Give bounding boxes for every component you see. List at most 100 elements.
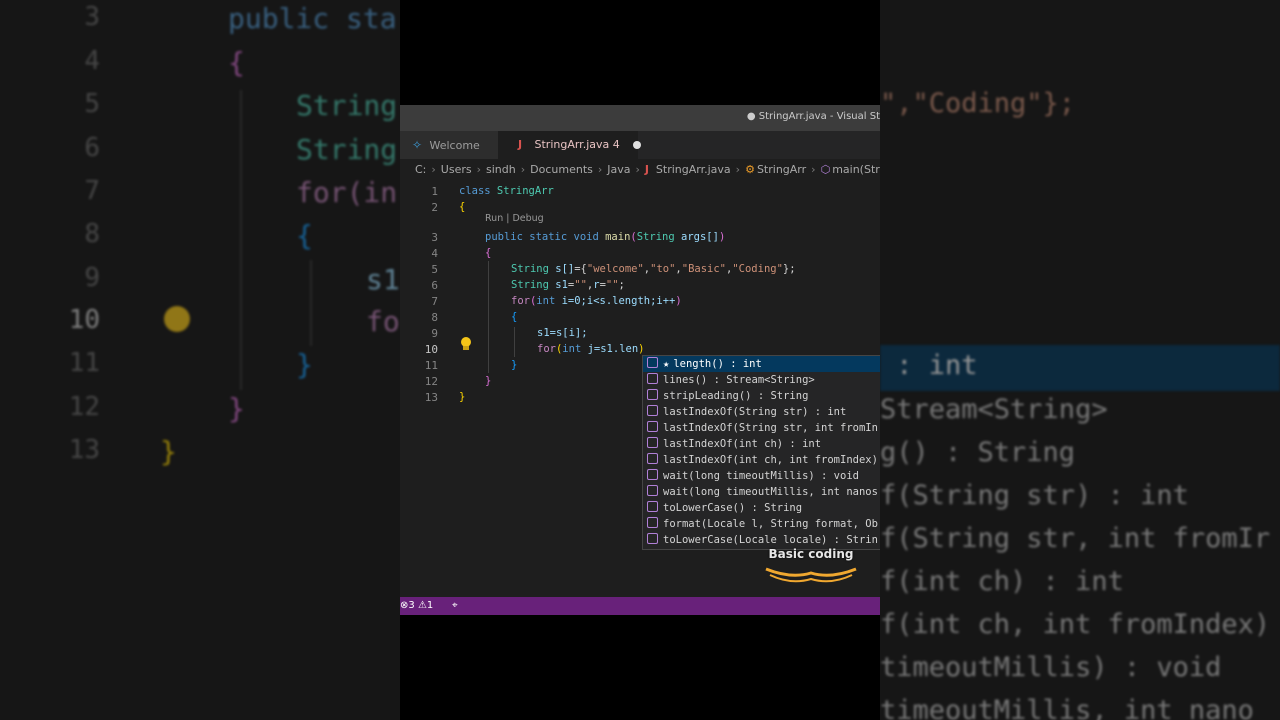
bg-line-number: 7 [84, 176, 100, 206]
method-icon [647, 437, 658, 448]
bg-suggestion-line: : int [880, 350, 978, 381]
code-line-13[interactable]: } [459, 391, 465, 403]
bg-suggestion-line: f(int ch) : int [880, 566, 1124, 597]
line-number: 2 [431, 201, 438, 214]
breadcrumb-item[interactable]: StringArr.java [656, 163, 731, 176]
bg-suggestion-line: f(int ch, int fromIndex) [880, 609, 1271, 640]
status-bar: ⊗3 ⚠1 ⌖ [400, 597, 880, 615]
suggestion-item[interactable]: lastIndexOf(int ch, int fromIndex) [643, 452, 880, 468]
indent-guide [514, 327, 515, 357]
bg-line-number: 3 [84, 2, 100, 32]
bg-code-line: public sta [228, 2, 397, 35]
bg-code-line: String [296, 133, 398, 166]
code-line-4[interactable]: { [485, 247, 491, 259]
run-codelens[interactable]: Run [485, 213, 503, 224]
bg-code-line: ","Coding"}; [880, 88, 1076, 119]
suggestion-item[interactable]: toLowerCase() : String [643, 500, 880, 516]
line-number: 4 [431, 247, 438, 260]
method-icon [647, 501, 658, 512]
letterbox-bottom [400, 615, 880, 720]
line-number: 3 [431, 231, 438, 244]
breadcrumb-item[interactable]: sindh [486, 163, 516, 176]
class-icon: ⚙ [745, 163, 755, 176]
bg-code-line: } [228, 392, 245, 425]
line-number: 9 [431, 327, 438, 340]
bg-line-number: 9 [84, 263, 100, 293]
java-icon: J [518, 138, 523, 151]
breadcrumb-item[interactable]: main(String[]) [832, 163, 880, 176]
bg-code-line: { [296, 219, 313, 252]
bg-suggestion-line: f(String str) : int [880, 480, 1189, 511]
warning-icon: ⚠ [417, 600, 427, 611]
tab-label: StringArr.java 4 [534, 138, 620, 151]
title-bar: ● StringArr.java - Visual St [400, 105, 880, 131]
bg-code-line: } [296, 348, 313, 381]
chevron-right-icon: › [520, 163, 526, 176]
lightbulb-icon[interactable] [460, 337, 472, 351]
book-logo-icon [765, 567, 857, 583]
breadcrumb-item[interactable]: C: [415, 163, 426, 176]
code-line-5[interactable]: String s[]={"welcome","to","Basic","Codi… [511, 263, 796, 275]
letterbox-top [400, 0, 880, 105]
method-icon [647, 421, 658, 432]
line-number: 1 [431, 185, 438, 198]
live-share-icon[interactable]: ⌖ [452, 597, 458, 615]
tab-stringarr-java[interactable]: J StringArr.java 4 [498, 131, 642, 159]
code-line-6[interactable]: String s1="",r=""; [511, 279, 625, 291]
method-icon [647, 485, 658, 496]
suggestion-item[interactable]: wait(long timeoutMillis, int nanos [643, 484, 880, 500]
code-line-1[interactable]: class StringArr [459, 185, 554, 197]
code-line-9[interactable]: s1=s[i]; [537, 327, 588, 339]
chevron-right-icon: › [735, 163, 741, 176]
suggestion-item[interactable]: lastIndexOf(String str) : int [643, 404, 880, 420]
breadcrumb-item[interactable]: Users [441, 163, 472, 176]
bg-code-line: for(in [296, 176, 398, 209]
java-icon: J [644, 163, 650, 176]
code-line-8[interactable]: { [511, 311, 517, 323]
bg-code-line: } [160, 435, 177, 468]
line-number: 6 [431, 279, 438, 292]
debug-codelens[interactable]: Debug [512, 213, 543, 224]
bg-suggestion-line: timeoutMillis, int nano [880, 695, 1254, 720]
suggestion-item[interactable]: stripLeading() : String [643, 388, 880, 404]
bg-suggestion-line: f(String str, int fromIr [880, 523, 1271, 554]
breadcrumb-item[interactable]: Documents [530, 163, 593, 176]
bg-suggestion-line: g() : String [880, 437, 1076, 468]
warning-count: 1 [426, 600, 434, 611]
suggestion-item-selected[interactable]: ★ length() : int [643, 356, 880, 372]
suggestion-item[interactable]: wait(long timeoutMillis) : void [643, 468, 880, 484]
code-line-3[interactable]: public static void main(String args[]) [485, 231, 725, 243]
code-line-10[interactable]: for(int j=s1.len) [537, 343, 645, 355]
code-line-12[interactable]: } [485, 375, 491, 387]
suggestion-item[interactable]: format(Locale l, String format, Ob [643, 516, 880, 532]
code-line-11[interactable]: } [511, 359, 517, 371]
tab-welcome[interactable]: ✧ Welcome [400, 131, 498, 159]
suggestion-item[interactable]: lastIndexOf(String str, int fromIn [643, 420, 880, 436]
bg-suggestion-line: Stream<String> [880, 394, 1108, 425]
breadcrumb-item[interactable]: Java [607, 163, 630, 176]
method-icon [647, 373, 658, 384]
chevron-right-icon: › [431, 163, 436, 176]
unsaved-dot-icon[interactable] [633, 141, 642, 149]
autocomplete-suggestions[interactable]: ★ length() : int lines() : Stream<String>… [642, 355, 880, 550]
line-number-active: 10 [424, 343, 438, 356]
bg-line-number: 12 [68, 392, 100, 422]
bg-line-number: 10 [68, 305, 100, 335]
code-line-2[interactable]: { [459, 201, 465, 213]
method-icon [647, 453, 658, 464]
breadcrumb-item[interactable]: StringArr [757, 163, 806, 176]
chevron-right-icon: › [597, 163, 603, 176]
vscode-window: ● StringArr.java - Visual St ✧ Welcome J… [400, 105, 880, 615]
watermark-logo: Basic coding [756, 547, 866, 587]
bg-line-number: 5 [84, 89, 100, 119]
bg-suggestion-line: timeoutMillis) : void [880, 652, 1222, 683]
problems-status[interactable]: ⊗3 ⚠1 [400, 597, 433, 615]
suggestion-item[interactable]: lines() : Stream<String> [643, 372, 880, 388]
line-number: 8 [431, 311, 438, 324]
suggestion-item[interactable]: lastIndexOf(int ch) : int [643, 436, 880, 452]
suggestion-item[interactable]: toLowerCase(Locale locale) : Strin [643, 532, 880, 548]
star-icon: ★ [663, 358, 670, 370]
breadcrumb: C: › Users › sindh › Documents › Java › J StringArr… [400, 159, 880, 181]
code-line-7[interactable]: for(int i=0;i<s.length;i++) [511, 295, 682, 307]
background-zoom-right: ","Coding"}; : int Stream<String> g() : … [880, 0, 1280, 720]
